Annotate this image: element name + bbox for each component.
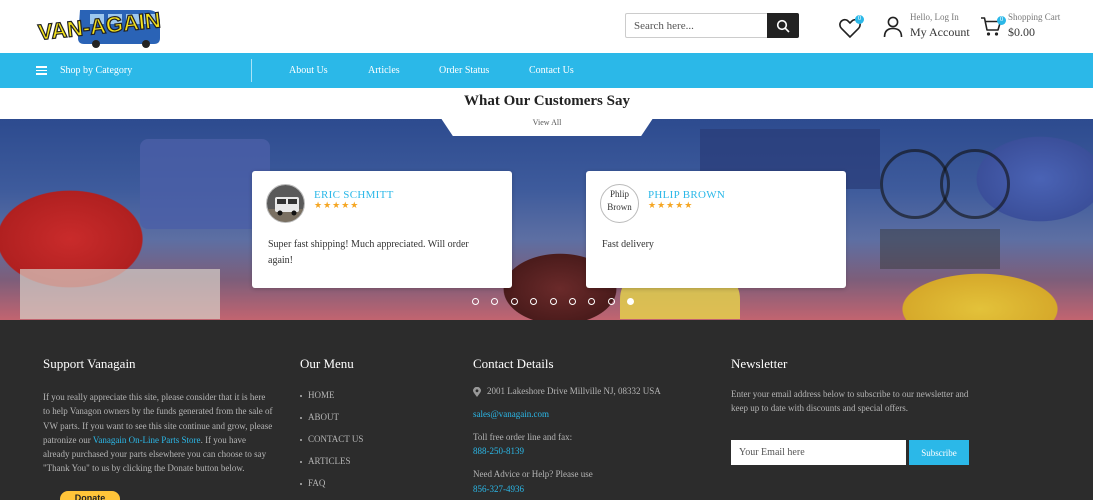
account-label: My Account: [910, 25, 970, 39]
account-greeting: Hello, Log In: [910, 12, 959, 22]
advice-label: Need Advice or Help? Please use: [473, 469, 593, 479]
menu-item-label: ARTICLES: [308, 456, 351, 466]
testimonial-text: Fast delivery: [602, 239, 654, 250]
testimonial-card: Phlip Brown PHLIP BROWN ★★★★★ Fast deliv…: [586, 171, 846, 288]
search-input[interactable]: [626, 14, 768, 37]
newsletter-text: Enter your email address below to subscr…: [731, 389, 969, 414]
menu-icon: [36, 64, 47, 77]
site-header: VAN-AGAIN 0 Hello, Log In My Account: [0, 0, 1093, 53]
carousel-dot[interactable]: [530, 298, 538, 305]
cart-link[interactable]: 0 Shopping Cart $0.00: [980, 12, 1090, 40]
star-rating: ★★★★★: [314, 201, 360, 211]
avatar: Phlip Brown: [600, 184, 639, 223]
main-nav: Shop by Category About Us Articles Order…: [0, 53, 1093, 88]
footer-menu-about[interactable]: ABOUT: [300, 412, 339, 422]
contact-title: Contact Details: [473, 356, 554, 371]
address: 2001 Lakeshore Drive Millville NJ, 08332…: [473, 386, 661, 397]
testimonials-title: What Our Customers Say: [464, 93, 630, 109]
search-icon: [776, 19, 790, 33]
shop-by-category-label: Shop by Category: [60, 65, 133, 76]
search-button[interactable]: [767, 13, 799, 38]
carousel-dot[interactable]: [510, 298, 518, 305]
support-text: If you really appreciate this site, plea…: [43, 390, 273, 476]
menu-title: Our Menu: [300, 356, 354, 371]
view-all-link[interactable]: View All: [440, 118, 654, 127]
newsletter-title: Newsletter: [731, 356, 788, 371]
testimonial-name: ERIC SCHMITT: [314, 189, 394, 201]
van-avatar-icon: [267, 185, 304, 222]
site-footer: Support Vanagain If you really appreciat…: [0, 320, 1093, 500]
site-logo[interactable]: VAN-AGAIN: [36, 4, 162, 48]
subscribe-button[interactable]: Subscribe: [909, 440, 969, 465]
support-title: Support Vanagain: [43, 356, 136, 371]
account-link[interactable]: Hello, Log In My Account: [883, 12, 973, 40]
tollfree-phone-link[interactable]: 888-250-8139: [473, 446, 524, 456]
carousel-dot[interactable]: [607, 298, 615, 305]
menu-item-label: CONTACT US: [308, 434, 364, 444]
star-rating: ★★★★★: [648, 201, 694, 211]
map-pin-icon: [473, 386, 481, 397]
avatar: [266, 184, 305, 223]
donate-button[interactable]: Donate: [60, 491, 120, 500]
testimonial-name: PHLIP BROWN: [648, 189, 726, 201]
nav-order-status[interactable]: Order Status: [439, 53, 489, 88]
carousel-dot[interactable]: [472, 298, 479, 305]
footer-menu-faq[interactable]: FAQ: [300, 478, 325, 488]
carousel-dot[interactable]: [588, 298, 596, 305]
nav-articles[interactable]: Articles: [368, 53, 400, 88]
advice-phone-link[interactable]: 856-327-4936: [473, 484, 524, 494]
carousel-dot[interactable]: [568, 298, 576, 305]
avatar-alt-text: Phlip Brown: [607, 189, 632, 212]
testimonial-card: ERIC SCHMITT ★★★★★ Super fast shipping! …: [252, 171, 512, 288]
wishlist-count-badge: 0: [855, 15, 864, 24]
search-box: [625, 13, 799, 38]
testimonial-text: Super fast shipping! Much appreciated. W…: [268, 239, 469, 266]
nav-contact-us[interactable]: Contact Us: [529, 53, 574, 88]
footer-menu-contact[interactable]: CONTACT US: [300, 434, 363, 444]
testimonials-background: [0, 119, 1093, 320]
carousel-dot[interactable]: [491, 298, 499, 305]
carousel-dot[interactable]: [627, 298, 635, 305]
carousel-dots: [472, 298, 647, 306]
menu-item-label: ABOUT: [308, 412, 339, 422]
testimonials-header: What Our Customers Say View All: [440, 88, 654, 136]
nav-about-us[interactable]: About Us: [289, 53, 328, 88]
menu-item-label: HOME: [308, 390, 335, 400]
shop-by-category-button[interactable]: Shop by Category: [36, 53, 132, 88]
nav-divider: [251, 59, 252, 82]
footer-menu-home[interactable]: HOME: [300, 390, 335, 400]
parts-store-link[interactable]: Vanagain On-Line Parts Store: [93, 435, 201, 445]
user-icon: [883, 16, 903, 38]
tollfree-label: Toll free order line and fax:: [473, 432, 573, 442]
footer-menu-articles[interactable]: ARTICLES: [300, 456, 350, 466]
cart-count-badge: 0: [997, 16, 1006, 25]
wishlist-button[interactable]: 0: [838, 15, 864, 39]
menu-item-label: FAQ: [308, 478, 326, 488]
carousel-dot[interactable]: [549, 298, 557, 305]
address-text: 2001 Lakeshore Drive Millville NJ, 08332…: [487, 386, 661, 396]
newsletter-email-input[interactable]: [731, 440, 906, 465]
contact-email-link[interactable]: sales@vanagain.com: [473, 409, 549, 419]
cart-total: $0.00: [1008, 25, 1035, 39]
cart-label: Shopping Cart: [1008, 12, 1061, 22]
